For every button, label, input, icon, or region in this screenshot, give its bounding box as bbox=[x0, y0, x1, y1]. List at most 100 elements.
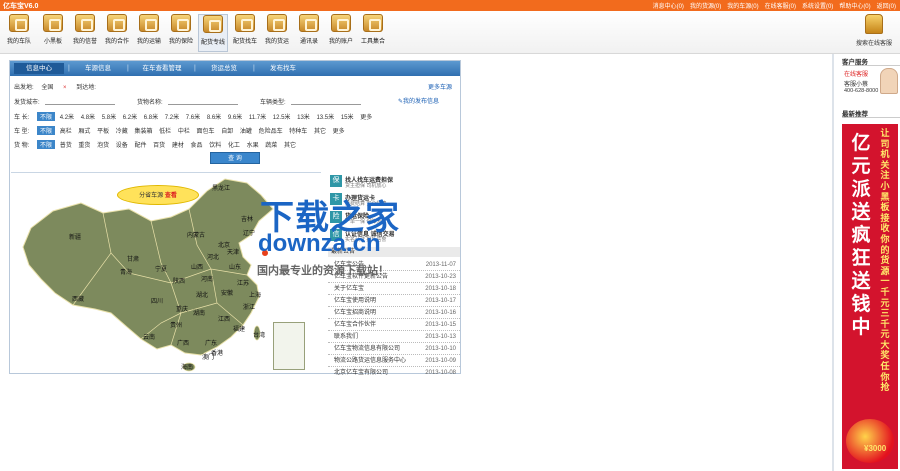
goods-type-option[interactable]: 重货 bbox=[78, 143, 90, 149]
notice-item[interactable]: 亿车宝使用说明 2013-10-17 bbox=[328, 295, 460, 307]
length-option[interactable]: 15米 bbox=[341, 115, 354, 121]
promo-banner[interactable]: 亿元派送疯狂送钱中 让司机关注小黑板接收你的货源一千元三千元大奖任你抢 ¥300… bbox=[842, 124, 898, 469]
length-option[interactable]: 9.6米 bbox=[228, 115, 242, 121]
length-option[interactable]: 13米 bbox=[297, 115, 310, 121]
goods-type-option[interactable]: 设备 bbox=[116, 143, 128, 149]
side-divider[interactable] bbox=[832, 54, 834, 471]
top-link-settings[interactable]: 系统设置(0) bbox=[802, 1, 833, 10]
toolbar-freight-button[interactable]: 我的货运 bbox=[262, 14, 292, 52]
goods-type-option[interactable]: 百货 bbox=[153, 143, 165, 149]
search-button[interactable]: 查 询 bbox=[210, 152, 260, 164]
province-label[interactable]: 山西 bbox=[191, 262, 203, 271]
province-label[interactable]: 福建 bbox=[233, 324, 245, 333]
type-option[interactable]: 厢式 bbox=[78, 129, 90, 135]
toolbar-cooperation-button[interactable]: 我的合作 bbox=[102, 14, 132, 52]
province-label[interactable]: 辽宁 bbox=[243, 228, 255, 237]
goods-type-option[interactable]: 食品 bbox=[191, 143, 203, 149]
length-option[interactable]: 4.8米 bbox=[81, 115, 95, 121]
type-option[interactable]: 油罐 bbox=[240, 129, 252, 135]
length-more-link[interactable]: 更多 bbox=[360, 115, 372, 121]
top-link-messages[interactable]: 消息中心(0) bbox=[653, 1, 684, 10]
notice-item[interactable]: 联系我们 2013-10-13 bbox=[328, 331, 460, 343]
tab-info-center[interactable]: 信息中心 bbox=[14, 63, 64, 74]
goods-type-option[interactable]: 水果 bbox=[247, 143, 259, 149]
type-option[interactable]: 低栏 bbox=[159, 129, 171, 135]
province-label[interactable]: 广东 bbox=[205, 338, 217, 347]
online-service-link[interactable]: 在线客服 bbox=[844, 69, 868, 78]
goods-field[interactable] bbox=[168, 98, 239, 105]
province-label[interactable]: 新疆 bbox=[69, 232, 81, 241]
province-label[interactable]: 陕西 bbox=[173, 276, 185, 285]
province-label[interactable]: 江苏 bbox=[237, 278, 249, 287]
goods-type-option[interactable]: 普货 bbox=[60, 143, 72, 149]
type-option[interactable]: 冷藏 bbox=[116, 129, 128, 135]
province-label[interactable]: 台湾 bbox=[253, 330, 265, 339]
province-label[interactable]: 浙江 bbox=[243, 302, 255, 311]
province-label[interactable]: 江西 bbox=[218, 314, 230, 323]
search-service-button[interactable]: 搜索在线客服 bbox=[852, 14, 896, 47]
province-label[interactable]: 安徽 bbox=[221, 288, 233, 297]
goods-type-option[interactable]: 泡货 bbox=[97, 143, 109, 149]
province-label[interactable]: 广西 bbox=[177, 338, 189, 347]
province-label[interactable]: 青海 bbox=[120, 267, 132, 276]
province-label[interactable]: 河北 bbox=[207, 252, 219, 261]
top-link-my-trucks[interactable]: 我的车源(0) bbox=[727, 1, 758, 10]
tab-truck-source[interactable]: 车源信息 bbox=[73, 63, 123, 74]
publish-info-link[interactable]: ✎我的发布信息 bbox=[398, 96, 439, 105]
length-option[interactable]: 5.8米 bbox=[102, 115, 116, 121]
type-option[interactable]: 自卸 bbox=[221, 129, 233, 135]
map-caption-bubble[interactable]: 分省车源 查看 bbox=[117, 185, 199, 205]
notice-item[interactable]: 物流公路货运信息服务中心 2013-10-09 bbox=[328, 355, 460, 367]
province-label[interactable]: 天津 bbox=[227, 247, 239, 256]
province-label[interactable]: 内蒙古 bbox=[187, 230, 205, 239]
province-label[interactable]: 四川 bbox=[151, 296, 163, 305]
top-link-back[interactable]: 返回(0) bbox=[877, 1, 896, 10]
tab-freight-overview[interactable]: 货运总览 bbox=[199, 63, 249, 74]
length-any-tag[interactable]: 不限 bbox=[37, 112, 56, 121]
length-option[interactable]: 4.2米 bbox=[60, 115, 74, 121]
type-option[interactable]: 面包车 bbox=[197, 129, 215, 135]
toolbar-blackboard-button[interactable]: 小黑板 bbox=[38, 14, 68, 52]
province-label[interactable]: 湖南 bbox=[193, 308, 205, 317]
notice-item[interactable]: 亿车宝招商说明 2013-10-16 bbox=[328, 307, 460, 319]
type-option[interactable]: 高栏 bbox=[60, 129, 72, 135]
more-trucks-link[interactable]: 更多车源 bbox=[428, 82, 452, 91]
notice-item[interactable]: 亿车宝物流信息有限公司 2013-10-10 bbox=[328, 343, 460, 355]
type-option[interactable]: 其它 bbox=[314, 129, 326, 135]
type-option[interactable]: 特种车 bbox=[289, 129, 307, 135]
toolbar-insurance-button[interactable]: 我的保险 bbox=[166, 14, 196, 52]
tab-truck-manage[interactable]: 在车查看管理 bbox=[132, 63, 192, 74]
province-label[interactable]: 湖北 bbox=[196, 290, 208, 299]
province-label[interactable]: 云南 bbox=[143, 332, 155, 341]
notice-item[interactable]: 亿车宝合作伙伴 2013-10-15 bbox=[328, 319, 460, 331]
length-option[interactable]: 6.2米 bbox=[123, 115, 137, 121]
type-any-tag[interactable]: 不限 bbox=[37, 126, 56, 135]
clear-icon[interactable]: × bbox=[63, 85, 67, 91]
top-link-my-goods[interactable]: 我的货源(0) bbox=[690, 1, 721, 10]
vehicle-field[interactable] bbox=[291, 98, 362, 105]
length-option[interactable]: 6.8米 bbox=[144, 115, 158, 121]
province-label[interactable]: 海南 bbox=[181, 362, 193, 371]
province-label[interactable]: 贵州 bbox=[170, 320, 182, 329]
tab-publish-find-truck[interactable]: 发布找车 bbox=[258, 63, 308, 74]
toolbar-dispatch-line-button[interactable]: 配货专线 bbox=[198, 14, 228, 52]
type-option[interactable]: 集装箱 bbox=[134, 129, 152, 135]
goods-type-option[interactable]: 饮料 bbox=[209, 143, 221, 149]
province-label[interactable]: 澳门 bbox=[202, 352, 214, 361]
length-option[interactable]: 11.7米 bbox=[249, 115, 266, 121]
length-option[interactable]: 13.5米 bbox=[316, 115, 334, 121]
province-label[interactable]: 重庆 bbox=[176, 304, 188, 313]
goods-type-option[interactable]: 蔬菜 bbox=[265, 143, 277, 149]
toolbar-transport-button[interactable]: 我的运输 bbox=[134, 14, 164, 52]
goods-type-option[interactable]: 配件 bbox=[134, 143, 146, 149]
toolbar-find-truck-button[interactable]: 配货找车 bbox=[230, 14, 260, 52]
promo-item[interactable]: 保找人找车运费担保 货主担保 司机放心 bbox=[328, 174, 460, 190]
toolbar-credit-button[interactable]: 我的信誉 bbox=[70, 14, 100, 52]
start-city-field[interactable] bbox=[45, 98, 116, 105]
type-option[interactable]: 平板 bbox=[97, 129, 109, 135]
toolbar-contacts-button[interactable]: 通讯录 bbox=[294, 14, 324, 52]
goods-type-option[interactable]: 化工 bbox=[228, 143, 240, 149]
province-label[interactable]: 河南 bbox=[201, 274, 213, 283]
province-label[interactable]: 上海 bbox=[249, 290, 261, 299]
type-option[interactable]: 危险品车 bbox=[259, 129, 283, 135]
